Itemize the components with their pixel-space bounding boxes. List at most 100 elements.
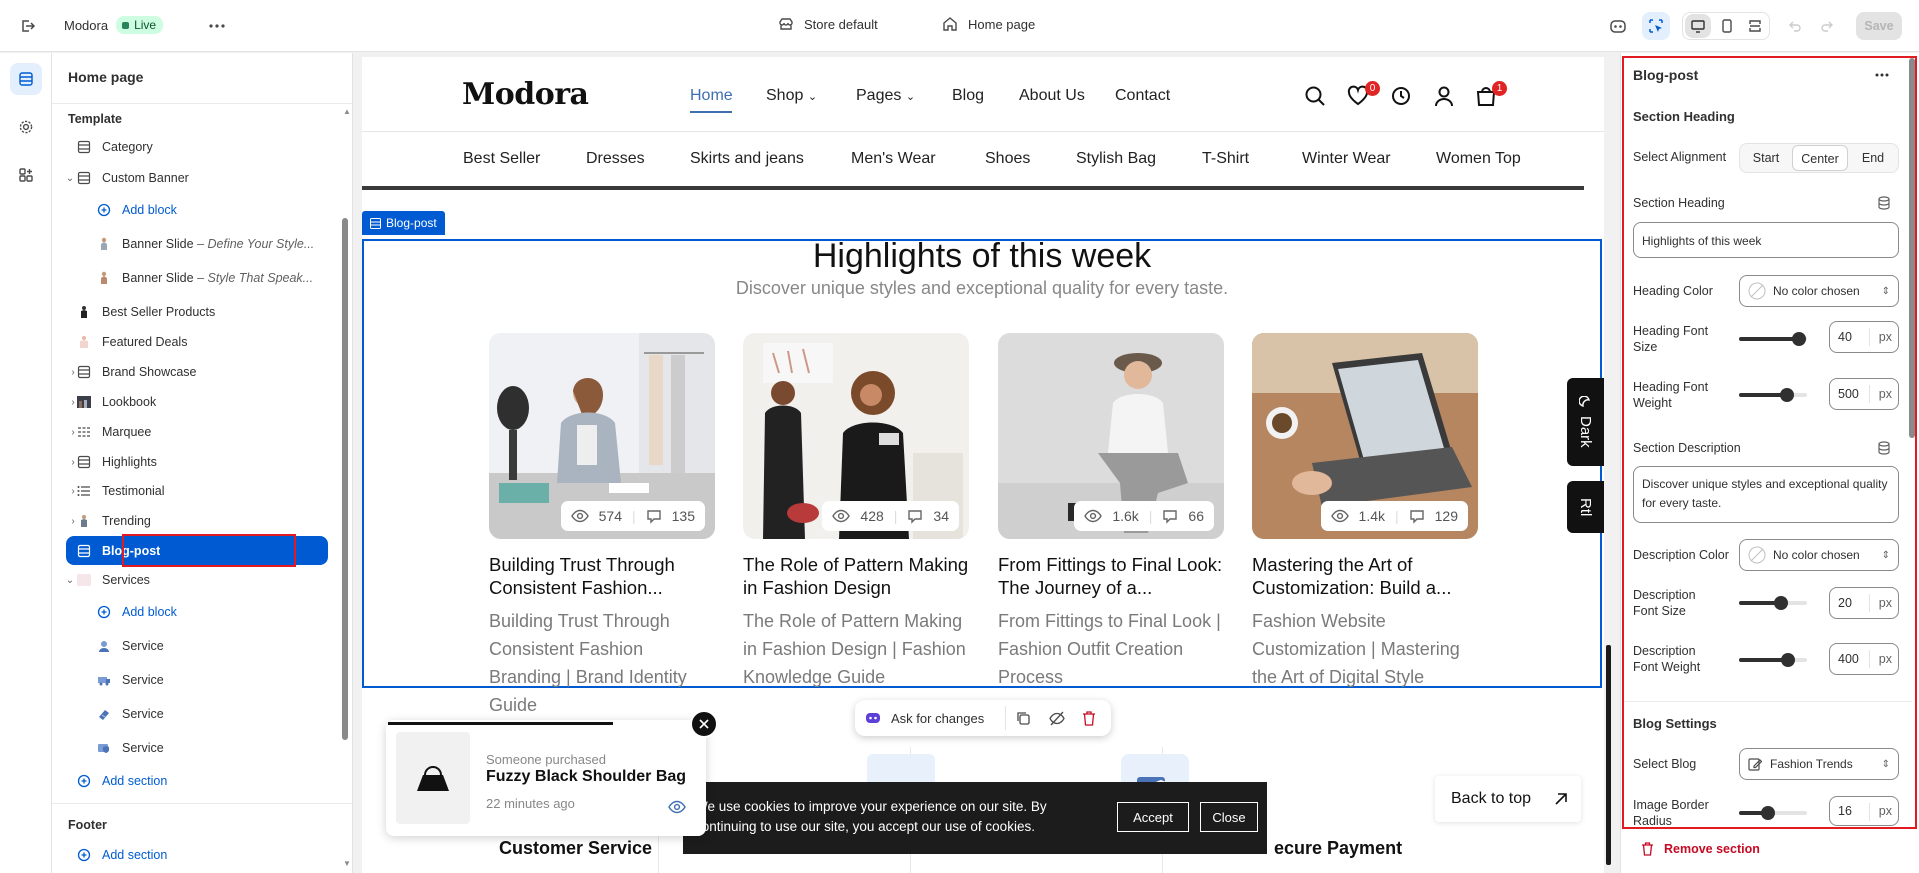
nav-about[interactable]: About Us <box>1019 87 1085 105</box>
blog-card[interactable]: 428 | 34 The Role of Pattern Making in F… <box>743 333 969 687</box>
blog-card-image[interactable]: 1.4k | 129 <box>1252 333 1478 539</box>
scroll-up-icon[interactable]: ▲ <box>343 107 351 116</box>
tree-item-highlights[interactable]: › Highlights <box>66 448 328 476</box>
select-blog-dropdown[interactable]: Fashion Trends ⇕ <box>1739 748 1899 780</box>
redo-icon[interactable] <box>1814 14 1840 38</box>
dark-mode-tab[interactable]: Dark <box>1567 378 1604 466</box>
toast-close-icon[interactable] <box>690 710 718 738</box>
blog-card[interactable]: 1.6k | 66 From Fittings to Final Look: T… <box>998 333 1224 687</box>
inspector-icon[interactable] <box>1642 12 1670 40</box>
description-font-size-input[interactable]: 20 px <box>1829 587 1899 619</box>
blog-card-image[interactable]: 574 | 135 <box>489 333 715 539</box>
back-to-top-button[interactable]: Back to top <box>1435 776 1581 822</box>
history-icon[interactable] <box>1390 85 1412 112</box>
slider-handle[interactable] <box>1791 332 1806 346</box>
canvas-scrollbar[interactable] <box>1606 645 1611 865</box>
nav-pages[interactable]: Pages ⌄ <box>856 87 915 105</box>
category-link[interactable]: Best Seller <box>463 150 540 168</box>
more-icon[interactable] <box>1871 66 1893 84</box>
toast-product-name[interactable]: Fuzzy Black Shoulder Bag <box>486 768 686 786</box>
category-link[interactable]: Winter Wear <box>1302 150 1391 168</box>
tree-item-brand-showcase[interactable]: › Brand Showcase <box>66 358 328 386</box>
tree-item-services[interactable]: ⌄ Services <box>66 566 328 594</box>
undo-icon[interactable] <box>1782 14 1808 38</box>
tree-item-marquee[interactable]: › Marquee <box>66 418 328 446</box>
description-color-picker[interactable]: No color chosen ⇕ <box>1739 539 1899 571</box>
tree-item-banner-slide-1[interactable]: Banner Slide – Define Your Style... <box>66 230 328 258</box>
search-icon[interactable] <box>1304 85 1326 112</box>
blog-card-title[interactable]: Mastering the Art of Customization: Buil… <box>1252 553 1478 599</box>
category-link[interactable]: Skirts and jeans <box>690 150 804 168</box>
nav-blog[interactable]: Blog <box>952 87 984 105</box>
category-link[interactable]: Shoes <box>985 150 1030 168</box>
nav-home[interactable]: Home <box>690 87 733 105</box>
category-link[interactable]: Dresses <box>586 150 645 168</box>
tree-item-testimonial[interactable]: › Testimonial <box>66 477 328 505</box>
category-link[interactable]: Men's Wear <box>851 150 936 168</box>
tree-item-service-1[interactable]: Service <box>66 632 328 660</box>
exit-icon[interactable] <box>16 14 40 38</box>
more-icon[interactable] <box>204 14 230 38</box>
fullscreen-view-icon[interactable] <box>1742 14 1768 38</box>
slider-handle[interactable] <box>1779 388 1794 402</box>
cookie-close-button[interactable]: Close <box>1200 802 1258 832</box>
tree-item-custom-banner[interactable]: ⌄ Custom Banner <box>66 164 328 192</box>
tree-item-service-2[interactable]: Service <box>66 666 328 694</box>
align-end-button[interactable]: End <box>1848 151 1898 165</box>
category-link[interactable]: Women Top <box>1436 150 1521 168</box>
category-link[interactable]: Stylish Bag <box>1076 150 1156 168</box>
template-selector[interactable]: Home page <box>942 16 1035 32</box>
footer-add-section-button[interactable]: Add section <box>66 841 328 869</box>
heading-font-weight-input[interactable]: 500 px <box>1829 378 1899 410</box>
align-center-button[interactable]: Center <box>1792 145 1848 171</box>
tree-item-featured-deals[interactable]: Featured Deals <box>66 328 328 356</box>
description-font-size-slider[interactable] <box>1739 596 1807 610</box>
apps-icon[interactable] <box>10 159 42 191</box>
save-button[interactable]: Save <box>1856 12 1902 40</box>
sections-icon[interactable] <box>10 63 42 95</box>
nav-contact[interactable]: Contact <box>1115 87 1170 105</box>
blog-card-image[interactable]: 428 | 34 <box>743 333 969 539</box>
image-border-radius-slider[interactable] <box>1739 806 1807 820</box>
tree-item-service-3[interactable]: Service <box>66 700 328 728</box>
tree-item-category[interactable]: Category <box>66 133 328 161</box>
category-link[interactable]: T-Shirt <box>1202 150 1249 168</box>
nav-shop[interactable]: Shop ⌄ <box>766 87 817 105</box>
section-heading-input[interactable]: Highlights of this week <box>1633 222 1899 258</box>
heading-color-picker[interactable]: No color chosen ⇕ <box>1739 275 1899 307</box>
tree-item-trending[interactable]: › Trending <box>66 507 328 535</box>
sidekick-icon[interactable] <box>1606 14 1630 38</box>
rtl-tab[interactable]: Rtl <box>1567 481 1604 533</box>
description-font-weight-slider[interactable] <box>1739 653 1807 667</box>
duplicate-icon[interactable] <box>1016 711 1031 726</box>
description-font-weight-input[interactable]: 400 px <box>1829 643 1899 675</box>
mobile-view-icon[interactable] <box>1714 14 1740 38</box>
blog-card-title[interactable]: Building Trust Through Consistent Fashio… <box>489 553 715 599</box>
section-description-input[interactable]: Discover unique styles and exceptional q… <box>1633 466 1899 523</box>
cookie-accept-button[interactable]: Accept <box>1117 802 1189 832</box>
account-icon[interactable] <box>1433 85 1455 112</box>
desktop-view-icon[interactable] <box>1685 14 1711 38</box>
delete-trash-icon[interactable] <box>1082 710 1096 726</box>
ask-for-changes-button[interactable]: Ask for changes <box>891 711 984 726</box>
remove-section-button[interactable]: Remove section <box>1641 842 1760 856</box>
heading-font-size-input[interactable]: 40 px <box>1829 321 1899 353</box>
tree-item-banner-slide-2[interactable]: Banner Slide – Style That Speak... <box>66 264 328 292</box>
store-switcher[interactable]: Modora Live <box>64 16 164 34</box>
blog-card[interactable]: 574 | 135 Building Trust Through Consist… <box>489 333 715 715</box>
blog-card-title[interactable]: From Fittings to Final Look: The Journey… <box>998 553 1224 599</box>
add-section-button[interactable]: Add section <box>66 767 328 795</box>
add-block-button[interactable]: Add block <box>66 196 328 224</box>
tree-item-best-seller[interactable]: Best Seller Products <box>66 298 328 326</box>
blog-card-image[interactable]: 1.6k | 66 <box>998 333 1224 539</box>
site-logo[interactable]: Modora <box>462 77 589 112</box>
scroll-down-icon[interactable]: ▼ <box>343 859 351 868</box>
align-start-button[interactable]: Start <box>1740 151 1792 165</box>
sidebar-scrollbar[interactable] <box>342 218 348 740</box>
slider-handle[interactable] <box>1760 806 1775 820</box>
add-block-button[interactable]: Add block <box>66 598 328 626</box>
theme-selector[interactable]: Store default <box>778 16 878 32</box>
heading-font-weight-slider[interactable] <box>1739 388 1807 402</box>
chevron-down-icon[interactable]: ⌄ <box>65 173 75 184</box>
slider-handle[interactable] <box>1780 653 1795 667</box>
